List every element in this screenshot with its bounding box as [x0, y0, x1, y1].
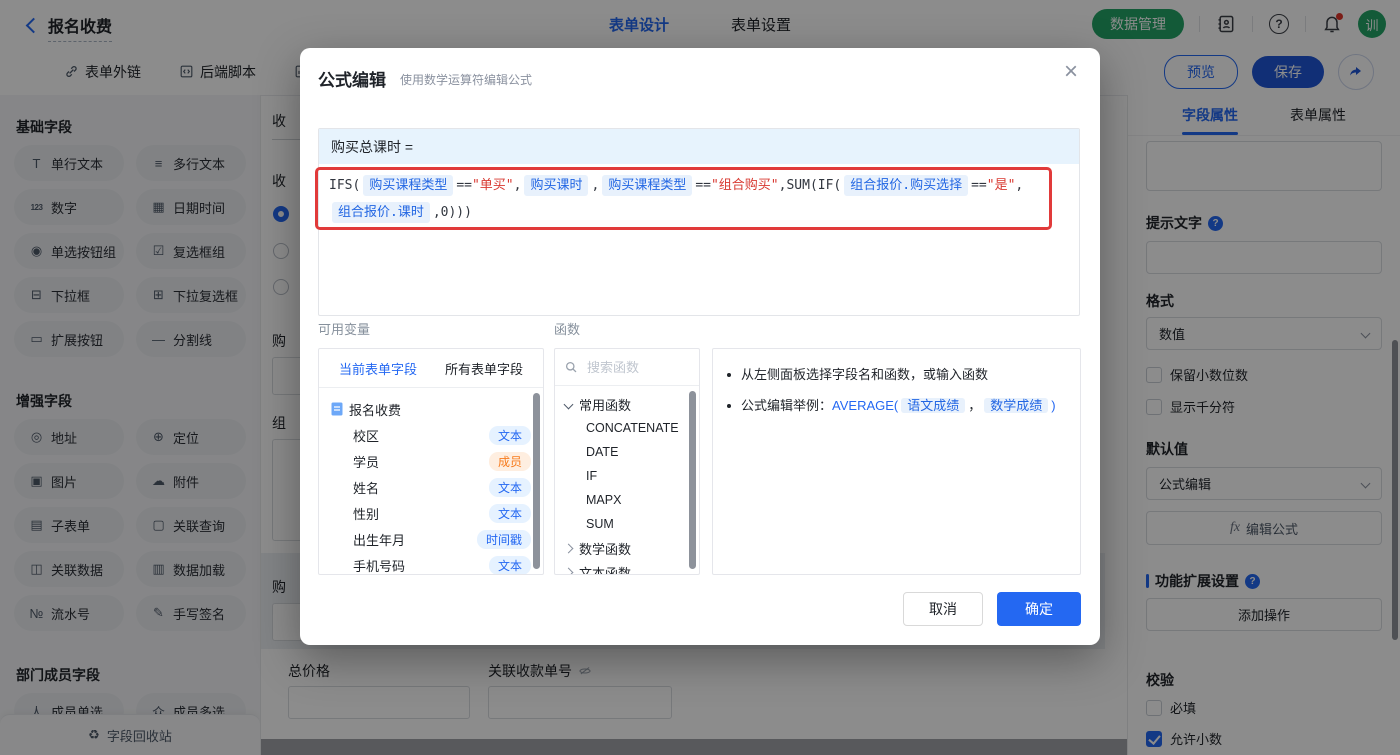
- chevron-right-icon: [563, 543, 574, 553]
- formula-token: ,: [1015, 178, 1024, 193]
- function-group-label: 数学函数: [579, 541, 632, 557]
- variable-name: 姓名: [353, 480, 380, 496]
- variables-tabs: 当前表单字段 所有表单字段: [319, 349, 543, 388]
- help-example: 公式编辑举例：AVERAGE(语文成绩，数学成绩): [741, 398, 1056, 413]
- variables-tree: 报名收费 校区 文本 学员 成员 姓名 文本 性别 文本 出生年月 时间戳 手机号码 文本: [319, 388, 543, 574]
- variable-type-badge: 成员: [488, 451, 531, 471]
- formula-token: "单买": [471, 178, 514, 193]
- variable-type-badge: 文本: [488, 555, 531, 574]
- bullet-icon: [727, 404, 731, 408]
- formula-token: ,SUM(IF(: [778, 178, 842, 193]
- tab-all-form-fields[interactable]: 所有表单字段: [445, 359, 523, 378]
- function-item[interactable]: SUM: [565, 512, 689, 536]
- variable-item[interactable]: 学员 成员: [331, 448, 531, 474]
- help-tip-1: 从左侧面板选择字段名和函数，或输入函数: [727, 364, 1066, 385]
- variable-type-badge: 文本: [488, 477, 531, 497]
- functions-tree: 常用函数 CONCATENATE DATE IF MAPX SUM 数学函数文本函数: [555, 386, 699, 575]
- search-icon: [565, 361, 577, 372]
- function-group-label: 文本函数: [579, 565, 632, 575]
- function-search[interactable]: [555, 349, 699, 386]
- formula-editor[interactable]: 购买总课时 = IFS(购买课程类型 =="单买", 购买课时, 购买课程类型 =="组…: [318, 128, 1080, 316]
- variable-name: 手机号码: [353, 558, 406, 574]
- formula-help-panel: 从左侧面板选择字段名和函数，或输入函数 公式编辑举例：AVERAGE(语文成绩，…: [712, 348, 1081, 575]
- form-node[interactable]: 报名收费: [331, 396, 531, 422]
- formula-token: ,: [591, 178, 600, 193]
- bullet-icon: [727, 373, 731, 377]
- formula-field-chip[interactable]: 购买课程类型: [363, 175, 454, 196]
- form-icon: [331, 402, 343, 416]
- function-group[interactable]: 常用函数: [563, 392, 689, 416]
- variable-name: 学员: [353, 454, 380, 470]
- function-item[interactable]: CONCATENATE: [565, 416, 689, 440]
- variable-type-badge: 文本: [488, 425, 531, 445]
- formula-editor-modal: 公式编辑 使用数学运算符编辑公式 × 购买总课时 = IFS(购买课程类型 =="…: [300, 48, 1100, 645]
- help-tip-2: 公式编辑举例：AVERAGE(语文成绩，数学成绩): [727, 395, 1066, 416]
- tab-current-form-fields[interactable]: 当前表单字段: [339, 359, 417, 378]
- variable-name: 校区: [353, 428, 380, 444]
- function-item[interactable]: IF: [565, 464, 689, 488]
- formula-token: ,0))): [432, 205, 472, 220]
- functions-panel: 常用函数 CONCATENATEDATEIFMAPXSUM 数学函数文本函数: [554, 348, 700, 575]
- formula-field-chip[interactable]: 购买课时: [524, 175, 589, 196]
- formula-token: "组合购买": [710, 178, 779, 193]
- formula-target-field: 购买总课时 =: [319, 129, 1079, 164]
- formula-token: ==: [695, 178, 711, 193]
- function-item[interactable]: MAPX: [565, 488, 689, 512]
- function-group[interactable]: 数学函数: [563, 536, 689, 560]
- variable-type-badge: 文本: [488, 503, 531, 523]
- variable-name: 性别: [353, 506, 380, 522]
- formula-token: "是": [986, 178, 1016, 193]
- variable-rows: 校区 文本 学员 成员 姓名 文本 性别 文本 出生年月 时间戳 手机号码 文本: [331, 422, 531, 574]
- variable-item[interactable]: 出生年月 时间戳: [331, 526, 531, 552]
- function-group-label: 常用函数: [579, 397, 632, 413]
- variables-label: 可用变量: [318, 322, 371, 337]
- variable-item[interactable]: 姓名 文本: [331, 474, 531, 500]
- functions-label: 函数: [554, 322, 581, 337]
- modal-title: 公式编辑: [318, 71, 386, 90]
- variable-type-badge: 时间戳: [476, 529, 531, 549]
- variable-item[interactable]: 手机号码 文本: [331, 552, 531, 574]
- chevron-down-icon: [563, 399, 574, 409]
- formula-field-chip[interactable]: 组合报价.购买选择: [844, 175, 969, 196]
- formula-token: ==: [971, 178, 987, 193]
- formula-token: ==: [456, 178, 472, 193]
- formula-field-chip[interactable]: 购买课程类型: [602, 175, 693, 196]
- modal-subtitle: 使用数学运算符编辑公式: [400, 73, 533, 87]
- variable-item[interactable]: 校区 文本: [331, 422, 531, 448]
- formula-expression[interactable]: IFS(购买课程类型 =="单买", 购买课时, 购买课程类型 =="组合购买",SUM…: [319, 164, 1059, 234]
- scrollbar-thumb[interactable]: [533, 393, 540, 569]
- variable-item[interactable]: 性别 文本: [331, 500, 531, 526]
- formula-token: IFS(: [329, 178, 361, 193]
- formula-token: ,: [513, 178, 522, 193]
- confirm-button[interactable]: 确定: [997, 592, 1081, 626]
- function-item[interactable]: DATE: [565, 440, 689, 464]
- close-icon[interactable]: ×: [1064, 60, 1078, 84]
- formula-field-chip[interactable]: 组合报价.课时: [332, 202, 430, 223]
- variable-name: 出生年月: [353, 532, 406, 548]
- variables-panel: 当前表单字段 所有表单字段 报名收费 校区 文本 学员 成员 姓名 文本 性别 文本 出生年月时…: [318, 348, 544, 575]
- chevron-right-icon: [563, 567, 574, 574]
- scrollbar-thumb[interactable]: [689, 391, 696, 569]
- cancel-button[interactable]: 取消: [903, 592, 983, 626]
- search-input[interactable]: [585, 358, 689, 376]
- function-group[interactable]: 文本函数: [563, 560, 689, 575]
